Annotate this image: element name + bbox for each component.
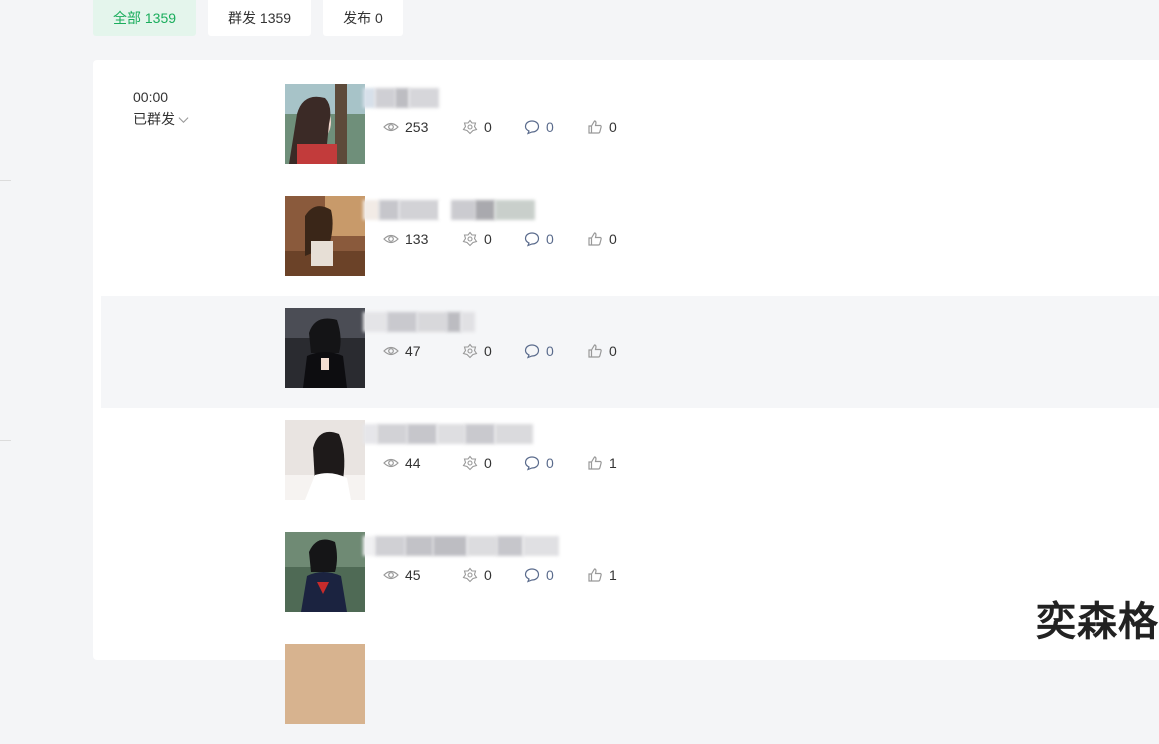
shares-stat: 0 xyxy=(462,567,524,583)
likes-stat: 0 xyxy=(587,343,637,359)
list-item[interactable]: 45 0 0 1 xyxy=(93,520,1159,632)
post-stats: 133 0 0 0 xyxy=(383,231,637,247)
comments-stat: 0 xyxy=(524,455,587,471)
share-icon xyxy=(462,231,478,247)
comments-stat: 0 xyxy=(524,231,587,247)
likes-stat: 1 xyxy=(587,567,637,583)
list-item[interactable]: 44 0 0 1 xyxy=(93,408,1159,520)
send-group-meta: 00:00 已群发 xyxy=(133,86,189,130)
share-icon xyxy=(462,343,478,359)
watermark: 奕森格 xyxy=(1036,589,1159,647)
comment-icon xyxy=(524,567,540,583)
post-title[interactable] xyxy=(363,312,475,332)
list-item[interactable] xyxy=(93,632,1159,744)
left-rail xyxy=(0,0,14,647)
views-stat: 47 xyxy=(383,343,462,359)
views-stat: 45 xyxy=(383,567,462,583)
eye-icon xyxy=(383,119,399,135)
post-thumbnail[interactable] xyxy=(285,420,365,500)
eye-icon xyxy=(383,231,399,247)
post-title[interactable] xyxy=(363,424,533,444)
post-title[interactable] xyxy=(363,200,535,220)
thumbs-up-icon xyxy=(587,455,603,471)
tab-mass-send[interactable]: 群发 1359 xyxy=(208,0,311,36)
post-thumbnail[interactable] xyxy=(285,84,365,164)
comments-stat: 0 xyxy=(524,343,587,359)
thumbs-up-icon xyxy=(587,119,603,135)
share-icon xyxy=(462,567,478,583)
shares-stat: 0 xyxy=(462,119,524,135)
send-status-dropdown[interactable]: 已群发 xyxy=(133,108,189,130)
post-title[interactable] xyxy=(363,88,439,108)
comment-icon xyxy=(524,455,540,471)
views-stat: 253 xyxy=(383,119,462,135)
thumbs-up-icon xyxy=(587,231,603,247)
content-panel: 253 0 0 0 xyxy=(93,60,1159,660)
shares-stat: 0 xyxy=(462,231,524,247)
share-icon xyxy=(462,455,478,471)
post-thumbnail[interactable] xyxy=(285,196,365,276)
shares-stat: 0 xyxy=(462,343,524,359)
post-stats: 253 0 0 0 xyxy=(383,119,637,135)
comment-icon xyxy=(524,343,540,359)
eye-icon xyxy=(383,455,399,471)
list-item[interactable]: 47 0 0 0 xyxy=(101,296,1159,408)
comments-stat: 0 xyxy=(524,119,587,135)
send-time: 00:00 xyxy=(133,86,189,108)
post-thumbnail[interactable] xyxy=(285,308,365,388)
post-thumbnail[interactable] xyxy=(285,644,365,724)
likes-stat: 0 xyxy=(587,119,637,135)
rail-divider xyxy=(0,440,11,441)
thumbs-up-icon xyxy=(587,343,603,359)
comments-stat: 0 xyxy=(524,567,587,583)
comment-icon xyxy=(524,119,540,135)
shares-stat: 0 xyxy=(462,455,524,471)
eye-icon xyxy=(383,567,399,583)
comment-icon xyxy=(524,231,540,247)
likes-stat: 1 xyxy=(587,455,637,471)
list-item[interactable]: 133 0 0 0 xyxy=(93,184,1159,296)
post-stats: 44 0 0 1 xyxy=(383,455,637,471)
list-item[interactable]: 253 0 0 0 xyxy=(93,72,1159,184)
views-stat: 44 xyxy=(383,455,462,471)
likes-stat: 0 xyxy=(587,231,637,247)
post-thumbnail[interactable] xyxy=(285,532,365,612)
post-title[interactable] xyxy=(363,536,559,556)
post-stats: 47 0 0 0 xyxy=(383,343,637,359)
chevron-down-icon xyxy=(178,114,189,125)
filter-tabs: 全部 1359 群发 1359 发布 0 xyxy=(93,0,403,36)
tab-all[interactable]: 全部 1359 xyxy=(93,0,196,36)
eye-icon xyxy=(383,343,399,359)
share-icon xyxy=(462,119,478,135)
send-status-label: 已群发 xyxy=(133,108,175,130)
rail-divider xyxy=(0,180,11,181)
post-stats: 45 0 0 1 xyxy=(383,567,637,583)
tab-publish[interactable]: 发布 0 xyxy=(323,0,403,36)
thumbs-up-icon xyxy=(587,567,603,583)
post-list: 253 0 0 0 xyxy=(93,72,1159,744)
views-stat: 133 xyxy=(383,231,462,247)
